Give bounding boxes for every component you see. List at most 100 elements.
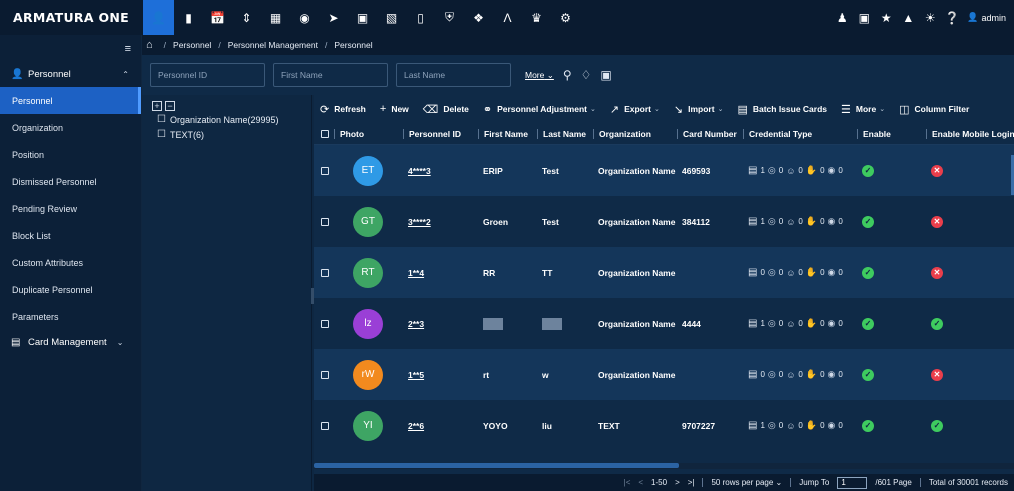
video-icon[interactable]: ◉: [290, 0, 319, 35]
tree-node[interactable]: ☐ Organization Name(29995): [142, 113, 311, 126]
sidebar-item-organization[interactable]: Organization: [0, 114, 141, 141]
table-row[interactable]: lz 2**3 Organization Name 4444 ▤ 1 ◎ 0 ☺ 0 ✋ 0 ◉ 0 ✓ ✓: [314, 298, 1014, 349]
door-icon[interactable]: ▮: [174, 0, 203, 35]
sidebar-item-pending-review[interactable]: Pending Review: [0, 195, 141, 222]
check-circle-icon[interactable]: ✓: [931, 419, 943, 432]
column-header-credential-type[interactable]: Credential Type: [743, 128, 857, 139]
select-all-checkbox[interactable]: [321, 129, 329, 138]
personnel-id-link[interactable]: 4****3: [408, 166, 431, 176]
avatar[interactable]: YI: [353, 410, 383, 441]
settings-icon[interactable]: ⚙: [551, 0, 580, 35]
personnel-id-input[interactable]: [150, 63, 265, 87]
more-filters-link[interactable]: More ⌄: [525, 70, 554, 81]
avatar[interactable]: lz: [353, 308, 383, 339]
column-header-enable[interactable]: Enable: [857, 128, 926, 139]
sidebar-item-duplicate-personnel[interactable]: Duplicate Personnel: [0, 276, 141, 303]
row-checkbox[interactable]: [321, 319, 329, 328]
sidebar-group-personnel[interactable]: 👤 Personnel ⌃: [0, 62, 141, 87]
check-circle-icon[interactable]: ✓: [862, 317, 874, 330]
x-circle-icon[interactable]: ✕: [931, 368, 943, 381]
map-icon[interactable]: ❖: [464, 0, 493, 35]
breadcrumb-item[interactable]: Personnel Management: [228, 40, 318, 50]
users-icon[interactable]: ♟: [831, 0, 853, 35]
last-page-icon[interactable]: >|: [688, 478, 695, 487]
prev-page-icon[interactable]: <: [638, 478, 643, 487]
more-actions-button[interactable]: ☰ More ⌄: [841, 103, 885, 116]
x-circle-icon[interactable]: ✕: [931, 215, 943, 228]
column-header-organization[interactable]: Organization: [593, 128, 677, 139]
sidebar-item-position[interactable]: Position: [0, 141, 141, 168]
expand-all-icon[interactable]: +: [152, 101, 162, 111]
next-page-icon[interactable]: >: [675, 478, 680, 487]
search-icon[interactable]: ⚲: [563, 68, 572, 82]
shield-icon[interactable]: ⛨: [435, 0, 464, 35]
locker-icon[interactable]: ▣: [348, 0, 377, 35]
first-page-icon[interactable]: |<: [624, 478, 631, 487]
table-row[interactable]: ET 4****3 ERIP Test Organization Name 469593 ▤…: [314, 145, 1014, 196]
check-circle-icon[interactable]: ✓: [862, 368, 874, 381]
avatar[interactable]: RT: [353, 257, 383, 288]
personnel-icon[interactable]: 👤: [143, 0, 174, 35]
sidebar-item-custom-attributes[interactable]: Custom Attributes: [0, 249, 141, 276]
personnel-id-link[interactable]: 2**6: [408, 421, 424, 431]
bell-icon[interactable]: ▲: [897, 0, 919, 35]
scroll-thumb[interactable]: [314, 463, 679, 468]
delete-button[interactable]: ⌫ Delete: [423, 103, 469, 116]
first-name-input[interactable]: [273, 63, 388, 87]
personnel-id-link[interactable]: 2**3: [408, 319, 424, 329]
row-checkbox[interactable]: [321, 217, 329, 226]
horizontal-scrollbar[interactable]: [314, 463, 1014, 469]
pin-icon[interactable]: ★: [875, 0, 897, 35]
new-button[interactable]: + New: [380, 103, 409, 115]
visitor-icon[interactable]: ▦: [261, 0, 290, 35]
check-circle-icon[interactable]: ✓: [862, 419, 874, 432]
avatar[interactable]: rW: [353, 359, 383, 390]
collapse-all-icon[interactable]: −: [165, 101, 175, 111]
user-menu[interactable]: 👤 admin: [967, 12, 1006, 23]
arrow-icon[interactable]: Λ: [493, 0, 522, 35]
table-row[interactable]: YI 2**6 YOYO liu TEXT 9707227 ▤ 1 ◎ 0 ☺ 0 ✋ 0 ◉ 0 ✓ ✓: [314, 400, 1014, 451]
collapse-menu-icon[interactable]: ≡: [0, 35, 141, 62]
table-row[interactable]: rW 1**5 rt w Organization Name ▤ 0 ◎ 0 ☺ 0 ✋ 0 ◉ 0 ✓ ✕: [314, 349, 1014, 400]
row-checkbox[interactable]: [321, 421, 329, 430]
sidebar-group-card-management[interactable]: ▤ Card Management ⌄: [0, 330, 141, 355]
monitor-icon[interactable]: ▣: [853, 0, 875, 35]
save-filter-icon[interactable]: ▣: [600, 68, 611, 82]
sidebar-item-block-list[interactable]: Block List: [0, 222, 141, 249]
column-header-last-name[interactable]: Last Name: [537, 128, 593, 139]
column-header-enable-mobile-login[interactable]: Enable Mobile Login: [926, 128, 1014, 139]
check-circle-icon[interactable]: ✓: [931, 317, 943, 330]
x-circle-icon[interactable]: ✕: [931, 266, 943, 279]
sidebar-item-parameters[interactable]: Parameters: [0, 303, 141, 330]
avatar[interactable]: ET: [353, 155, 383, 186]
refresh-button[interactable]: ⟳ Refresh: [320, 103, 366, 116]
check-circle-icon[interactable]: ✓: [862, 266, 874, 279]
table-row[interactable]: RT 1**4 RR TT Organization Name ▤ 0 ◎ 0 ☺ 0 ✋ 0 ◉ 0 ✓ ✕: [314, 247, 1014, 298]
meeting-icon[interactable]: ♛: [522, 0, 551, 35]
batch-issue-cards-button[interactable]: ▤ Batch Issue Cards: [737, 103, 827, 116]
export-button[interactable]: ↗ Export ⌄: [610, 103, 660, 116]
row-checkbox[interactable]: [321, 166, 329, 175]
help-icon[interactable]: ❔: [941, 0, 963, 35]
avatar[interactable]: GT: [353, 206, 383, 237]
personnel-id-link[interactable]: 1**4: [408, 268, 424, 278]
sidebar-item-dismissed-personnel[interactable]: Dismissed Personnel: [0, 168, 141, 195]
import-button[interactable]: ↘ Import ⌄: [674, 103, 724, 116]
x-circle-icon[interactable]: ✕: [931, 164, 943, 177]
time-attendance-icon[interactable]: 📅: [203, 0, 232, 35]
column-filter-button[interactable]: ◫ Column Filter: [899, 103, 969, 116]
column-header-personnel-id[interactable]: Personnel ID: [403, 128, 478, 139]
tree-node[interactable]: ☐ TEXT(6): [142, 128, 311, 141]
personnel-id-link[interactable]: 3****2: [408, 217, 431, 227]
personnel-id-link[interactable]: 1**5: [408, 370, 424, 380]
row-checkbox[interactable]: [321, 268, 329, 277]
personnel-adjustment-button[interactable]: ⚭ Personnel Adjustment ⌄: [483, 103, 596, 116]
rows-per-page-select[interactable]: 50 rows per page ⌄: [711, 478, 782, 487]
brand-logo[interactable]: ARMATURA ONE: [0, 0, 142, 35]
intercom-icon[interactable]: ▯: [406, 0, 435, 35]
check-circle-icon[interactable]: ✓: [862, 215, 874, 228]
alarm-icon[interactable]: ☀: [919, 0, 941, 35]
building-icon[interactable]: ▧: [377, 0, 406, 35]
last-name-input[interactable]: [396, 63, 511, 87]
check-circle-icon[interactable]: ✓: [862, 164, 874, 177]
